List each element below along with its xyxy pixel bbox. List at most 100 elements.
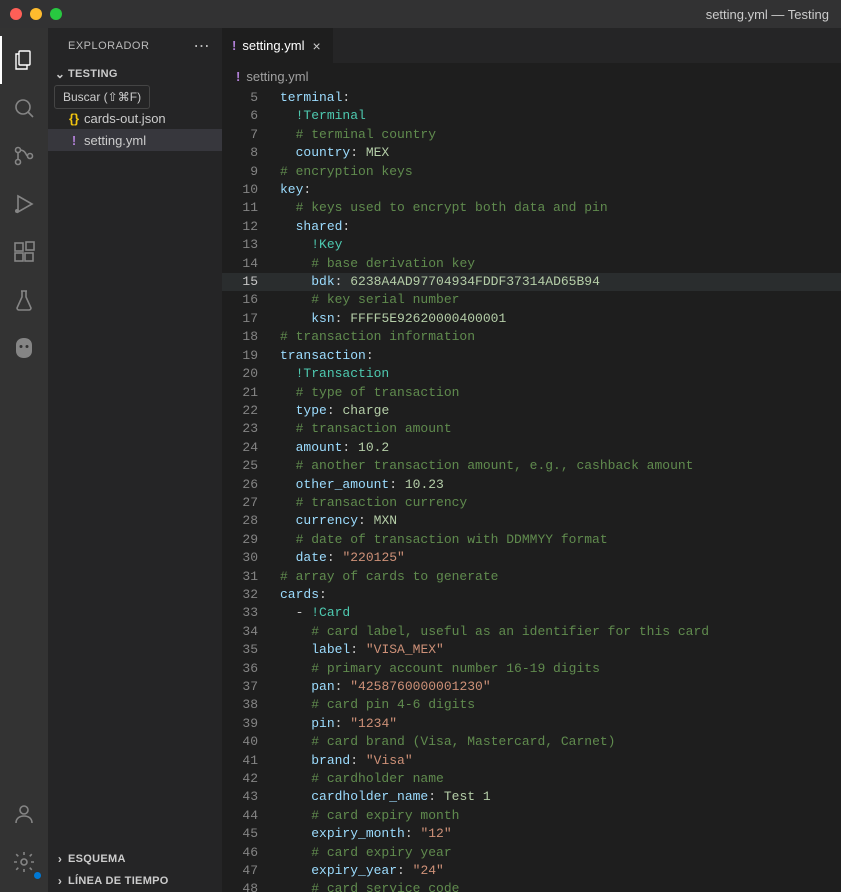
sidebar-title: EXPLORADOR <box>68 40 149 52</box>
code-line[interactable]: 29 # date of transaction with DDMMYY for… <box>222 531 841 549</box>
code-content: brand: "Visa" <box>280 752 841 770</box>
code-line[interactable]: 18# transaction information <box>222 328 841 346</box>
line-number: 10 <box>222 181 280 199</box>
line-number: 36 <box>222 660 280 678</box>
line-number: 45 <box>222 825 280 843</box>
code-line[interactable]: 38 # card pin 4-6 digits <box>222 696 841 714</box>
code-line[interactable]: 41 brand: "Visa" <box>222 752 841 770</box>
sidebar-bottom-sections: ›ESQUEMA›LÍNEA DE TIEMPO <box>48 848 222 892</box>
code-line[interactable]: 40 # card brand (Visa, Mastercard, Carne… <box>222 733 841 751</box>
code-line[interactable]: 14 # base derivation key <box>222 255 841 273</box>
sidebar-section[interactable]: ›ESQUEMA <box>48 848 222 870</box>
code-line[interactable]: 15 bdk: 6238A4AD97704934FDDF37314AD65B94 <box>222 273 841 291</box>
line-number: 43 <box>222 788 280 806</box>
code-line[interactable]: 24 amount: 10.2 <box>222 439 841 457</box>
code-line[interactable]: 47 expiry_year: "24" <box>222 862 841 880</box>
file-type-icon: ! <box>64 133 84 148</box>
account-icon[interactable] <box>0 790 48 838</box>
line-number: 15 <box>222 273 280 291</box>
sidebar-more-icon[interactable]: ⋯ <box>194 36 211 56</box>
code-line[interactable]: 9# encryption keys <box>222 163 841 181</box>
code-line[interactable]: 7 # terminal country <box>222 126 841 144</box>
close-window-button[interactable] <box>10 8 22 20</box>
code-line[interactable]: 8 country: MEX <box>222 144 841 162</box>
code-line[interactable]: 25 # another transaction amount, e.g., c… <box>222 457 841 475</box>
code-line[interactable]: 30 date: "220125" <box>222 549 841 567</box>
explorer-icon[interactable] <box>0 36 48 84</box>
maximize-window-button[interactable] <box>50 8 62 20</box>
code-line[interactable]: 37 pan: "4258760000001230" <box>222 678 841 696</box>
line-number: 19 <box>222 347 280 365</box>
code-line[interactable]: 16 # key serial number <box>222 291 841 309</box>
line-number: 33 <box>222 604 280 622</box>
code-content: # terminal country <box>280 126 841 144</box>
breadcrumb-label: setting.yml <box>246 69 308 84</box>
line-number: 13 <box>222 236 280 254</box>
run-debug-icon[interactable] <box>0 180 48 228</box>
code-editor[interactable]: 5terminal:6 !Terminal7 # terminal countr… <box>222 89 841 892</box>
sidebar-section[interactable]: ›LÍNEA DE TIEMPO <box>48 870 222 892</box>
file-item[interactable]: {}cards-out.json <box>48 107 222 129</box>
code-line[interactable]: 43 cardholder_name: Test 1 <box>222 788 841 806</box>
settings-gear-icon[interactable] <box>0 838 48 886</box>
line-number: 32 <box>222 586 280 604</box>
minimize-window-button[interactable] <box>30 8 42 20</box>
code-line[interactable]: 42 # cardholder name <box>222 770 841 788</box>
code-line[interactable]: 34 # card label, useful as an identifier… <box>222 623 841 641</box>
code-content: !Key <box>280 236 841 254</box>
code-line[interactable]: 32cards: <box>222 586 841 604</box>
code-line[interactable]: 17 ksn: FFFF5E92620000400001 <box>222 310 841 328</box>
extensions-icon[interactable] <box>0 228 48 276</box>
code-content: pan: "4258760000001230" <box>280 678 841 696</box>
project-header[interactable]: ⌄ TESTING <box>48 63 222 85</box>
code-line[interactable]: 35 label: "VISA_MEX" <box>222 641 841 659</box>
code-line[interactable]: 36 # primary account number 16-19 digits <box>222 660 841 678</box>
source-control-icon[interactable] <box>0 132 48 180</box>
code-line[interactable]: 26 other_amount: 10.23 <box>222 476 841 494</box>
code-line[interactable]: 28 currency: MXN <box>222 512 841 530</box>
copilot-icon[interactable] <box>0 324 48 372</box>
line-number: 44 <box>222 807 280 825</box>
code-line[interactable]: 31# array of cards to generate <box>222 568 841 586</box>
code-line[interactable]: 48 # card service code <box>222 880 841 892</box>
line-number: 7 <box>222 126 280 144</box>
code-content: # cardholder name <box>280 770 841 788</box>
line-number: 25 <box>222 457 280 475</box>
code-line[interactable]: 21 # type of transaction <box>222 384 841 402</box>
code-line[interactable]: 20 !Transaction <box>222 365 841 383</box>
file-label: setting.yml <box>84 133 146 148</box>
code-line[interactable]: 39 pin: "1234" <box>222 715 841 733</box>
code-line[interactable]: 5terminal: <box>222 89 841 107</box>
code-line[interactable]: 44 # card expiry month <box>222 807 841 825</box>
code-content: # transaction currency <box>280 494 841 512</box>
code-line[interactable]: 12 shared: <box>222 218 841 236</box>
code-content: # date of transaction with DDMMYY format <box>280 531 841 549</box>
code-content: # card service code <box>280 880 841 892</box>
project-name: TESTING <box>68 68 118 80</box>
testing-icon[interactable] <box>0 276 48 324</box>
code-line[interactable]: 13 !Key <box>222 236 841 254</box>
line-number: 42 <box>222 770 280 788</box>
chevron-down-icon: ⌄ <box>52 67 68 81</box>
code-line[interactable]: 19transaction: <box>222 347 841 365</box>
code-line[interactable]: 45 expiry_month: "12" <box>222 825 841 843</box>
code-line[interactable]: 23 # transaction amount <box>222 420 841 438</box>
code-line[interactable]: 10key: <box>222 181 841 199</box>
code-line[interactable]: 27 # transaction currency <box>222 494 841 512</box>
code-line[interactable]: 11 # keys used to encrypt both data and … <box>222 199 841 217</box>
search-icon[interactable] <box>0 84 48 132</box>
tab-setting-yml[interactable]: ! setting.yml × <box>222 28 334 63</box>
line-number: 48 <box>222 880 280 892</box>
code-line[interactable]: 33 - !Card <box>222 604 841 622</box>
code-content: !Terminal <box>280 107 841 125</box>
code-content: # card label, useful as an identifier fo… <box>280 623 841 641</box>
code-content: transaction: <box>280 347 841 365</box>
close-icon[interactable]: × <box>310 38 322 54</box>
file-item[interactable]: !setting.yml <box>48 129 222 151</box>
code-line[interactable]: 6 !Terminal <box>222 107 841 125</box>
code-line[interactable]: 46 # card expiry year <box>222 844 841 862</box>
line-number: 12 <box>222 218 280 236</box>
code-line[interactable]: 22 type: charge <box>222 402 841 420</box>
breadcrumb[interactable]: ! setting.yml <box>222 63 841 89</box>
code-content: cards: <box>280 586 841 604</box>
